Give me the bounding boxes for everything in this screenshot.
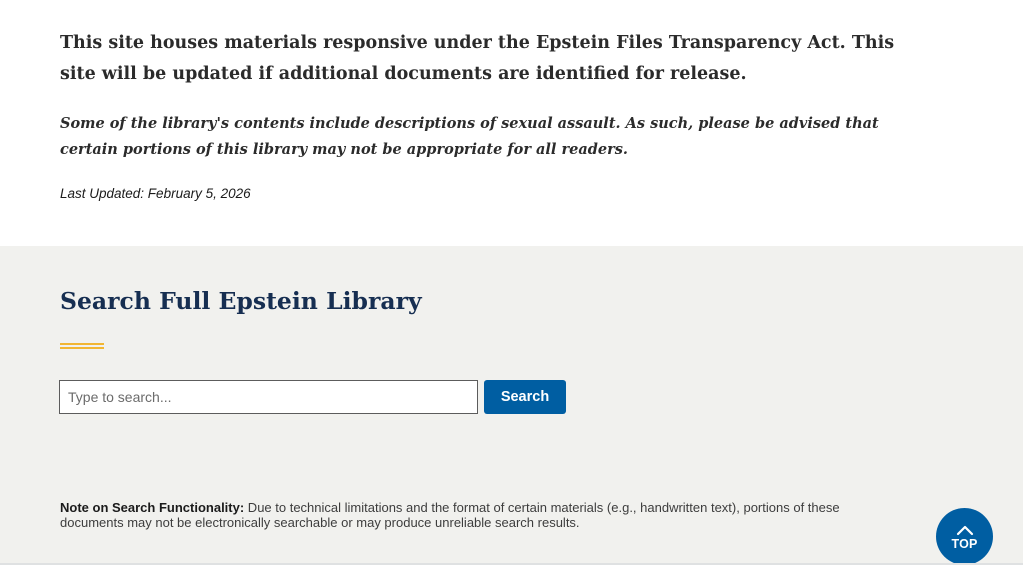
search-button[interactable]: Search [484,380,566,414]
chevron-up-icon [956,525,973,535]
last-updated: Last Updated: February 5, 2026 [60,186,251,201]
search-note: Note on Search Functionality: Due to tec… [60,500,900,530]
title-accent-divider [60,343,104,351]
intro-section: This site houses materials responsive un… [0,0,1023,246]
search-note-label: Note on Search Functionality: [60,500,245,515]
search-section: Search Full Epstein Library Search Note … [0,246,1023,565]
content-warning: Some of the library's contents include d… [60,115,879,158]
search-section-title: Search Full Epstein Library [60,287,422,315]
back-to-top-button[interactable]: TOP [936,508,993,565]
intro-lead-text: This site houses materials responsive un… [60,33,895,84]
back-to-top-label: TOP [951,536,978,551]
search-input[interactable] [59,380,478,414]
